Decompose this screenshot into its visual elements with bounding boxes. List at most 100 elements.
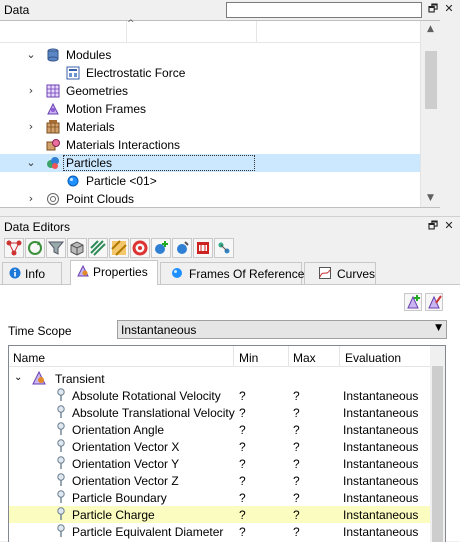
property-max: ? (293, 474, 300, 488)
property-evaluation: Instantaneous (343, 423, 419, 437)
box-icon[interactable] (67, 238, 87, 258)
tree-item-particles[interactable]: ⌄ Particles (0, 154, 440, 172)
property-row[interactable]: Particle Charge?? Instantaneous (9, 506, 431, 523)
tree-item-motion-frames[interactable]: Motion Frames (0, 100, 440, 118)
property-row[interactable]: Orientation Vector Z?? Instantaneous (9, 472, 431, 489)
property-max: ? (293, 457, 300, 471)
tab-label: Properties (93, 265, 148, 279)
group-label: Transient (55, 372, 105, 386)
chevron-right-icon[interactable]: › (24, 83, 38, 99)
editors-toolbar (4, 238, 234, 260)
tree-item-modules[interactable]: ⌄ Modules (0, 46, 440, 64)
chevron-down-icon[interactable]: ⌄ (24, 47, 38, 63)
add-property-icon[interactable] (404, 293, 422, 311)
pin-icon (57, 507, 65, 520)
robot-icon[interactable] (193, 238, 213, 258)
add-sphere-icon[interactable] (151, 238, 171, 258)
time-scope-select[interactable]: Instantaneous ▼ (117, 320, 447, 339)
column-header-name[interactable]: Name (13, 351, 45, 365)
geometry-icon (46, 84, 60, 98)
tree-item-electrostatic-force[interactable]: Electrostatic Force (0, 64, 440, 82)
property-row[interactable]: Absolute Rotational Velocity?? Instantane… (9, 387, 431, 404)
tab-properties[interactable]: Properties (70, 260, 158, 285)
chevron-down-icon[interactable]: ⌄ (14, 372, 22, 383)
property-row[interactable]: Orientation Vector X?? Instantaneous (9, 438, 431, 455)
ring-icon[interactable] (130, 238, 150, 258)
tree-item-materials[interactable]: › Materials (0, 118, 440, 136)
property-row[interactable]: Orientation Vector Y?? Instantaneous (9, 455, 431, 472)
pin-icon (57, 439, 65, 452)
scrollbar-thumb[interactable] (432, 366, 443, 542)
scrollbar-thumb[interactable] (425, 51, 437, 109)
close-panel-icon[interactable]: ✕ (442, 219, 456, 233)
pin-icon (57, 405, 65, 418)
data-panel-title: Data (4, 3, 30, 17)
float-panel-icon[interactable]: 🗗 (426, 219, 440, 233)
property-row[interactable]: Particle Boundary?? Instantaneous (9, 489, 431, 506)
sphere-icon[interactable] (172, 238, 192, 258)
grid-scrollbar[interactable] (430, 346, 445, 542)
property-row[interactable]: Particle Equivalent Diameter?? Instantane… (9, 523, 431, 540)
tree-item-geometries[interactable]: › Geometries (0, 82, 440, 100)
chevron-right-icon[interactable]: › (24, 191, 38, 207)
particle-dot-icon (67, 175, 79, 187)
property-row[interactable]: Orientation Angle?? Instantaneous (9, 421, 431, 438)
stripes-icon[interactable] (88, 238, 108, 258)
tree-item-label: Materials Interactions (66, 138, 181, 152)
property-evaluation: Instantaneous (343, 491, 419, 505)
tree-item-label: Electrostatic Force (86, 66, 186, 80)
column-header-max[interactable]: Max (293, 351, 316, 365)
property-min: ? (239, 491, 246, 505)
tree-item-label: Geometries (66, 84, 129, 98)
pin-icon (57, 422, 65, 435)
chevron-right-icon[interactable]: › (24, 119, 38, 135)
tab-curves[interactable]: Curves (304, 262, 376, 284)
network-icon[interactable] (4, 238, 24, 258)
scroll-down-icon[interactable]: ▼ (421, 190, 440, 207)
tree-scrollbar[interactable]: ▲ ▼ (420, 21, 440, 207)
grid-header: Name ^ Min Max Evaluation (9, 345, 445, 367)
hatch-icon[interactable] (109, 238, 129, 258)
editor-tabs: Info Properties Frames Of Reference Curv… (0, 260, 460, 285)
tab-frames-of-reference[interactable]: Frames Of Reference (160, 262, 305, 284)
refresh-icon[interactable] (25, 238, 45, 258)
tab-info[interactable]: Info (2, 262, 62, 284)
curves-icon (319, 267, 331, 279)
property-min: ? (239, 406, 246, 420)
data-search-input[interactable] (226, 2, 422, 18)
filter-icon[interactable] (46, 238, 66, 258)
property-evaluation: Instantaneous (343, 474, 419, 488)
tree-item-label: Modules (66, 48, 112, 62)
property-evaluation: Instantaneous (343, 508, 419, 522)
property-name: Orientation Vector Z (72, 474, 179, 488)
pin-icon (57, 473, 65, 486)
properties-grid: Name ^ Min Max Evaluation ⌄ Transient Ab… (8, 345, 446, 542)
tree-item-label: Particle <01> (86, 174, 157, 188)
tree-item-label: Particles (63, 155, 255, 171)
tree-item-materials-interactions[interactable]: Materials Interactions (0, 136, 440, 154)
group-row-transient[interactable]: ⌄ Transient (9, 370, 431, 387)
property-name: Orientation Angle (72, 423, 165, 437)
tree-item-label: Point Clouds (66, 192, 135, 206)
property-row[interactable]: Absolute Translational Velocity?? Instant… (9, 404, 431, 421)
tree-item-label: Materials (66, 120, 115, 134)
module-grid-icon (66, 66, 80, 80)
dots-icon[interactable] (214, 238, 234, 258)
property-name: Absolute Translational Velocity (72, 406, 235, 420)
scroll-up-icon[interactable]: ▲ (421, 21, 440, 38)
tree-item-point-clouds[interactable]: › Point Clouds (0, 190, 440, 208)
database-icon (47, 48, 59, 62)
motion-frames-icon (47, 102, 59, 115)
edit-property-icon[interactable] (425, 293, 443, 311)
sort-arrow-icon: ^ (119, 345, 127, 351)
data-tree: ^ ⌄ Modules Electrostatic Force › Geomet… (0, 19, 440, 208)
transient-group-icon (32, 371, 46, 385)
tab-label: Info (25, 267, 46, 281)
tree-item-particle-01[interactable]: Particle <01> (0, 172, 440, 190)
float-panel-icon[interactable]: 🗗 (426, 2, 440, 16)
close-panel-icon[interactable]: ✕ (442, 2, 456, 16)
column-header-evaluation[interactable]: Evaluation (345, 351, 401, 365)
chevron-down-icon[interactable]: ⌄ (24, 155, 38, 171)
column-header-min[interactable]: Min (239, 351, 258, 365)
tab-label: Frames Of Reference (189, 267, 305, 281)
